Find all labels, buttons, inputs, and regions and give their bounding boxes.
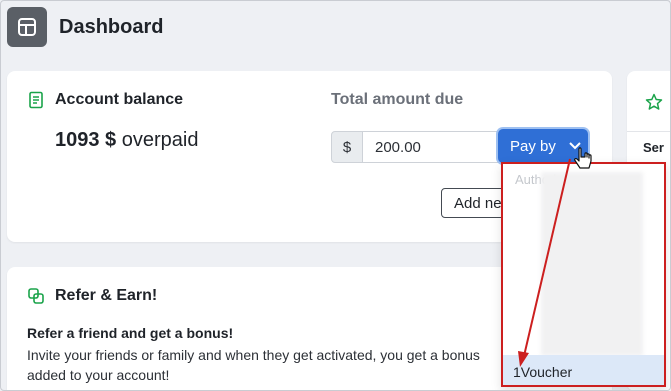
refer-link-icon [27,287,45,305]
amount-input-group: $ [331,131,501,163]
pay-by-dropdown-menu: Authori 1Voucher [501,162,666,387]
total-amount-due-label: Total amount due [331,91,464,108]
balance-card-title: Account balance [55,91,184,108]
amount-input[interactable] [363,131,501,163]
refer-body: Invite your friends or family and when t… [27,347,480,383]
balance-amount: 1093 $ [55,129,117,151]
balance-status: overpaid [121,129,199,151]
dropdown-option-1voucher[interactable]: 1Voucher [503,355,664,385]
page-header: Dashboard [7,7,163,47]
star-icon [645,93,663,116]
refer-title-row: Refer & Earn! [27,287,157,305]
refer-card-title: Refer & Earn! [55,287,158,304]
redacted-options-area [541,172,643,356]
ledger-icon [27,91,45,109]
balance-value: 1093 $ overpaid [55,129,198,152]
currency-addon: $ [331,131,363,163]
right-card-divider [627,131,670,132]
chevron-down-icon [568,141,582,151]
balance-title-row: Account balance [27,91,183,109]
refer-headline: Refer a friend and get a bonus! [27,325,234,341]
page-title: Dashboard [59,15,164,38]
right-column-header: Ser [643,140,664,155]
dashboard-layout-icon[interactable] [7,7,47,47]
pay-by-button[interactable]: Pay by [498,129,588,163]
app-window: Dashboard Account balance 1093 $ overpai… [0,0,671,391]
pay-by-label: Pay by [510,137,556,155]
